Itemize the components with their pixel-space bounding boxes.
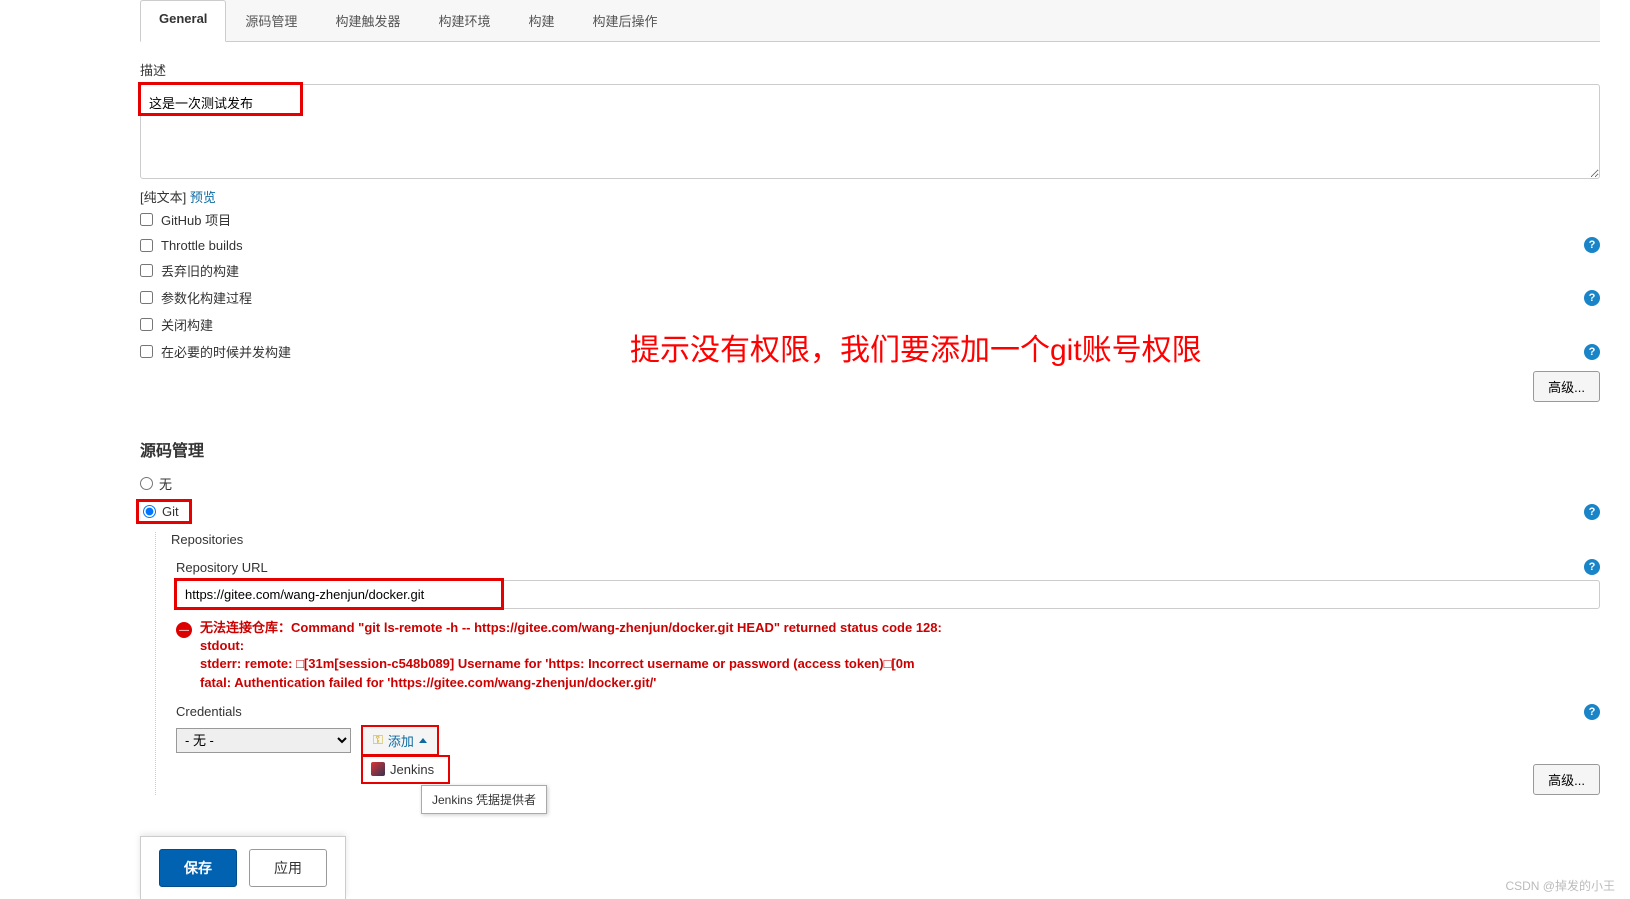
concurrent-label: 在必要的时候并发构建	[161, 342, 291, 361]
watermark: CSDN @掉发的小王	[1505, 877, 1615, 894]
throttle-label: Throttle builds	[161, 238, 243, 253]
close-checkbox[interactable]	[140, 318, 153, 331]
scm-none-label: 无	[159, 474, 172, 493]
save-button[interactable]: 保存	[159, 849, 237, 887]
credentials-tooltip: Jenkins 凭据提供者	[421, 785, 547, 814]
key-icon: ⚿	[373, 732, 383, 748]
repositories-label: Repositories	[171, 532, 1600, 547]
description-textarea[interactable]	[140, 84, 1600, 179]
tab-triggers[interactable]: 构建触发器	[316, 0, 419, 41]
github-project-checkbox[interactable]	[140, 213, 153, 226]
config-tabs: General 源码管理 构建触发器 构建环境 构建 构建后操作	[140, 0, 1600, 42]
help-icon[interactable]: ?	[1584, 504, 1600, 520]
tab-post[interactable]: 构建后操作	[573, 0, 676, 41]
credentials-dropdown-item[interactable]: Jenkins	[361, 755, 450, 784]
tab-scm[interactable]: 源码管理	[226, 0, 316, 41]
discard-label: 丢弃旧的构建	[161, 261, 239, 280]
advanced-button-scm[interactable]: 高级...	[1533, 764, 1600, 795]
tab-build[interactable]: 构建	[509, 0, 573, 41]
help-icon[interactable]: ?	[1584, 559, 1600, 575]
credentials-label: Credentials	[176, 704, 242, 719]
scm-git-label: Git	[162, 504, 179, 519]
tab-general[interactable]: General	[140, 0, 226, 42]
plaintext-label: [纯文本]	[140, 190, 186, 205]
apply-button[interactable]: 应用	[249, 849, 327, 887]
error-icon: —	[176, 622, 192, 638]
add-credentials-button[interactable]: ⚿ 添加	[361, 725, 439, 756]
repo-url-input[interactable]	[176, 580, 1600, 609]
concurrent-checkbox[interactable]	[140, 345, 153, 358]
repo-url-label: Repository URL	[176, 560, 268, 575]
error-message: 无法连接仓库：Command "git ls-remote -h -- http…	[200, 619, 942, 692]
caret-up-icon	[419, 738, 427, 743]
preview-link[interactable]: 预览	[190, 190, 216, 205]
help-icon[interactable]: ?	[1584, 237, 1600, 253]
scm-none-radio[interactable]	[140, 477, 153, 490]
param-label: 参数化构建过程	[161, 288, 252, 307]
bottom-action-bar: 保存 应用	[140, 836, 346, 899]
help-icon[interactable]: ?	[1584, 290, 1600, 306]
github-project-label: GitHub 项目	[161, 210, 231, 229]
description-label: 描述	[140, 60, 1600, 79]
advanced-button[interactable]: 高级...	[1533, 371, 1600, 402]
help-icon[interactable]: ?	[1584, 704, 1600, 720]
jenkins-icon	[371, 762, 385, 776]
credentials-select[interactable]: - 无 -	[176, 728, 351, 753]
scm-git-radio[interactable]	[143, 505, 156, 518]
help-icon[interactable]: ?	[1584, 344, 1600, 360]
param-checkbox[interactable]	[140, 291, 153, 304]
close-label: 关闭构建	[161, 315, 213, 334]
discard-checkbox[interactable]	[140, 264, 153, 277]
throttle-checkbox[interactable]	[140, 239, 153, 252]
scm-section-title: 源码管理	[140, 437, 1600, 461]
tab-env[interactable]: 构建环境	[419, 0, 509, 41]
